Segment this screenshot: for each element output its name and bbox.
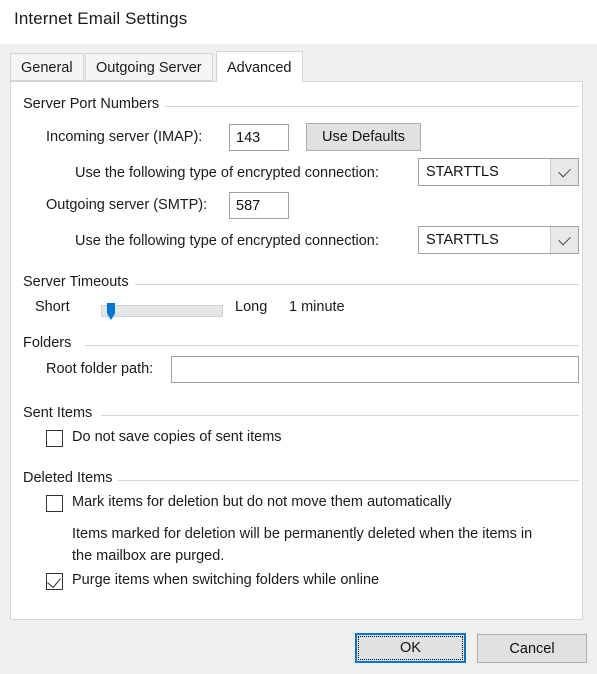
server-timeout-slider[interactable]	[101, 303, 223, 320]
mark-items-for-deletion-checkbox[interactable]	[46, 495, 63, 512]
group-label-server-timeouts: Server Timeouts	[23, 274, 135, 290]
purge-items-label: Purge items when switching folders while…	[72, 572, 380, 588]
outgoing-encryption-value: STARTTLS	[426, 232, 499, 248]
dialog-title: Internet Email Settings	[14, 9, 188, 28]
group-divider	[85, 345, 579, 346]
root-folder-path-input[interactable]	[171, 356, 579, 383]
group-folders: Folders Root folder path:	[23, 335, 579, 390]
deleted-items-help-line-2: the mailbox are purged.	[72, 548, 225, 564]
label-incoming-encryption: Use the following type of encrypted conn…	[75, 165, 379, 181]
group-server-port-numbers: Server Port Numbers Incoming server (IMA…	[23, 96, 579, 258]
tab-advanced[interactable]: Advanced	[216, 51, 303, 82]
label-outgoing-server: Outgoing server (SMTP):	[46, 197, 208, 213]
advanced-tab-panel: Server Port Numbers Incoming server (IMA…	[10, 81, 583, 620]
outgoing-encryption-combobox[interactable]: STARTTLS	[418, 226, 579, 254]
server-timeout-slider-thumb[interactable]	[107, 303, 115, 320]
incoming-encryption-value: STARTTLS	[426, 164, 499, 180]
ok-button-label: OK	[400, 640, 421, 656]
outgoing-server-port-input[interactable]	[229, 192, 289, 219]
cancel-button-label: Cancel	[509, 640, 555, 657]
group-server-timeouts: Server Timeouts Short Long 1 minute	[23, 274, 579, 324]
group-divider	[135, 284, 579, 285]
group-sent-items: Sent Items Do not save copies of sent it…	[23, 405, 579, 455]
tab-outgoing-server[interactable]: Outgoing Server	[85, 53, 213, 81]
label-timeout-long: Long	[235, 299, 268, 315]
group-divider	[101, 415, 579, 416]
use-defaults-button[interactable]: Use Defaults	[306, 123, 421, 151]
label-incoming-server: Incoming server (IMAP):	[46, 129, 203, 145]
group-label-deleted-items: Deleted Items	[23, 470, 119, 486]
purge-items-checkbox[interactable]	[46, 573, 63, 590]
incoming-server-port-input[interactable]	[229, 124, 289, 151]
chevron-down-icon[interactable]	[550, 227, 578, 253]
deleted-items-help-line-1: Items marked for deletion will be perman…	[72, 526, 533, 542]
group-label-sent-items: Sent Items	[23, 405, 99, 421]
do-not-save-sent-items-checkbox[interactable]	[46, 430, 63, 447]
chevron-down-icon[interactable]	[550, 159, 578, 185]
cancel-button[interactable]: Cancel	[477, 634, 587, 663]
mark-items-for-deletion-label: Mark items for deletion but do not move …	[72, 494, 452, 510]
incoming-encryption-combobox[interactable]: STARTTLS	[418, 158, 579, 186]
label-root-folder-path: Root folder path:	[46, 361, 154, 377]
label-timeout-short: Short	[35, 299, 70, 315]
group-label-server-port-numbers: Server Port Numbers	[23, 96, 166, 112]
group-divider	[155, 106, 579, 107]
timeout-value-text: 1 minute	[289, 299, 345, 315]
label-outgoing-encryption: Use the following type of encrypted conn…	[75, 233, 379, 249]
dialog-titlebar: Internet Email Settings	[0, 0, 597, 44]
ok-button[interactable]: OK	[355, 633, 466, 663]
tab-general[interactable]: General	[10, 53, 84, 81]
group-divider	[118, 480, 579, 481]
group-label-folders: Folders	[23, 335, 78, 351]
do-not-save-sent-items-label: Do not save copies of sent items	[72, 429, 282, 445]
group-deleted-items: Deleted Items Mark items for deletion bu…	[23, 470, 579, 605]
check-icon	[47, 573, 61, 589]
